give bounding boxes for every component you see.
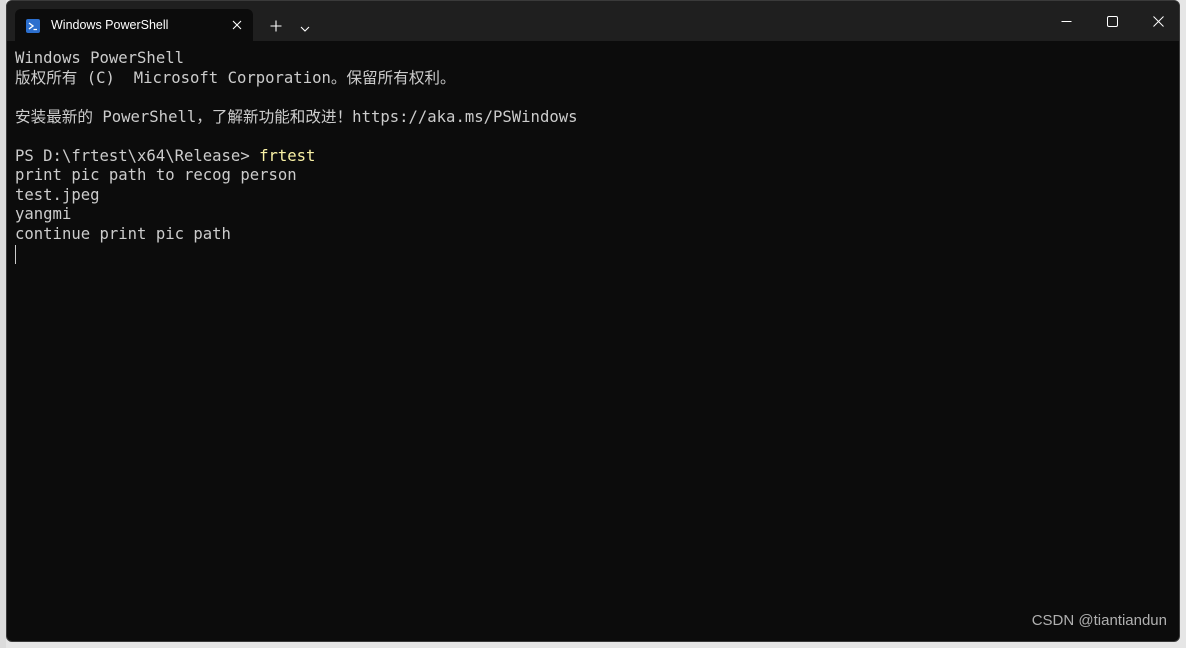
prompt-line: PS D:\frtest\x64\Release> frtest [15,147,1165,167]
input-line[interactable] [15,244,1165,264]
terminal-window: Windows PowerShell Windows PowerShell 版权… [6,0,1180,642]
maximize-button[interactable] [1089,1,1135,41]
tab-dropdown-button[interactable] [293,13,317,39]
close-tab-icon[interactable] [227,15,247,35]
title-bar[interactable]: Windows PowerShell [7,1,1179,41]
chevron-down-icon [300,17,310,36]
minimize-icon [1061,12,1072,31]
tab-windows-powershell[interactable]: Windows PowerShell [15,9,253,41]
close-icon [1152,12,1164,31]
terminal-output[interactable]: Windows PowerShell 版权所有 (C) Microsoft Co… [15,49,1165,629]
powershell-icon [26,18,40,33]
command-text: frtest [259,146,316,165]
close-window-button[interactable] [1135,1,1179,41]
plus-icon [270,17,282,36]
new-tab-button[interactable] [263,13,289,39]
terminal-line: continue print pic path [15,224,231,243]
tab-title: Windows PowerShell [51,18,169,32]
terminal-line: 安装最新的 PowerShell，了解新功能和改进！https://aka.ms… [15,107,578,126]
maximize-icon [1106,12,1118,31]
text-cursor [15,245,16,264]
terminal-line: yangmi [15,205,72,223]
watermark: CSDN @tiantiandun [1031,612,1167,629]
terminal-line: Windows PowerShell [15,49,184,67]
minimize-button[interactable] [1043,1,1089,41]
terminal-line: print pic path to recog person [15,166,297,184]
terminal-line: test.jpeg [15,185,100,204]
terminal-line: 版权所有 (C) Microsoft Corporation。保留所有权利。 [15,68,456,87]
prompt-text: PS D:\frtest\x64\Release> [15,146,260,165]
